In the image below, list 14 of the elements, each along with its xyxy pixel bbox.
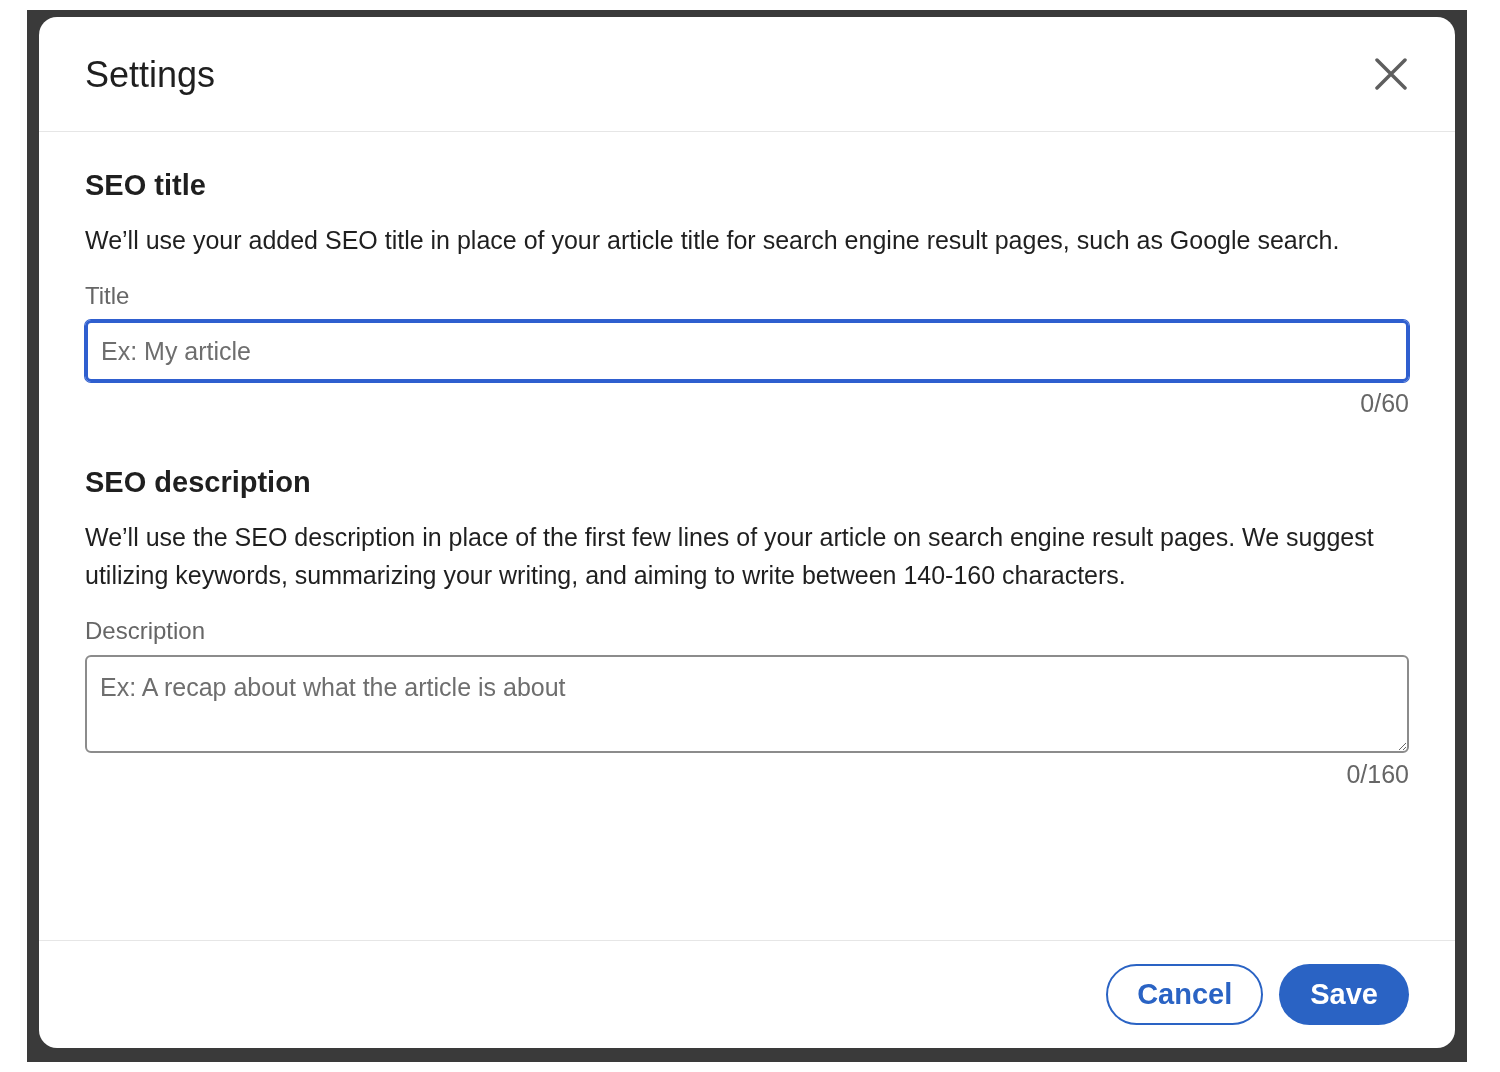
save-button[interactable]: Save xyxy=(1279,964,1409,1025)
description-field[interactable]: Ex: A recap about what the article is about xyxy=(85,655,1409,753)
field-label: Title xyxy=(85,281,131,311)
character-counter: 0/160 xyxy=(1346,759,1409,790)
dialog-title: Settings xyxy=(85,53,216,97)
section-description: We’ll use your added SEO title in place of your article title for search engine result pages, such as Google search. xyxy=(85,225,1341,256)
title-field[interactable]: Ex: My article xyxy=(85,320,1409,382)
section-heading: SEO title xyxy=(85,169,207,201)
close-icon xyxy=(1375,58,1407,90)
cancel-button[interactable]: Cancel xyxy=(1106,964,1264,1025)
section-description: We’ll use the SEO description in place of the first few lines of your article on search engine result pages. We suggest utilizing keywords, summarizing your writing, and aiming to write between 140-160 characters. xyxy=(85,522,1375,591)
field-label: Description xyxy=(85,616,207,646)
section-heading: SEO description xyxy=(85,466,312,498)
character-counter: 0/60 xyxy=(1360,388,1409,419)
